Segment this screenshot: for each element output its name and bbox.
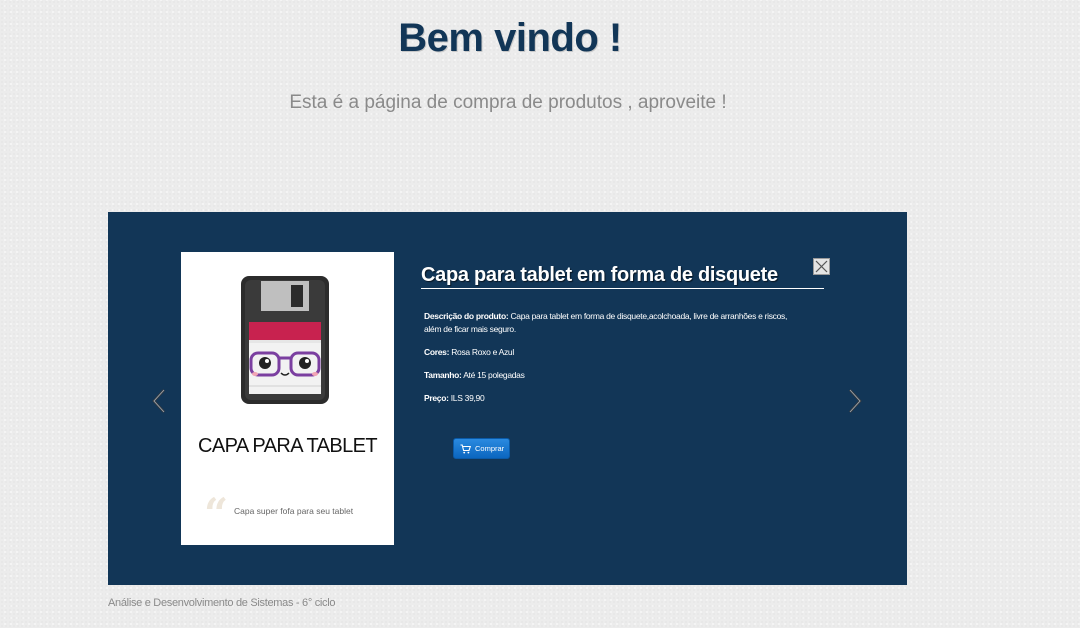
price-label: Preço: [424, 393, 449, 403]
chevron-right-icon [849, 389, 862, 413]
product-title: Capa para tablet em forma de disquete [421, 264, 824, 289]
quote-icon: “ [204, 489, 229, 538]
product-banner: CAPA PARA TABLET “ Capa super fofa para … [108, 212, 907, 585]
colors-label: Cores: [424, 347, 450, 357]
carousel-prev-button[interactable] [148, 387, 172, 417]
card-quote: Capa super fofa para seu tablet [234, 506, 354, 516]
price-value: ILS 39,90 [450, 393, 485, 403]
description-label: Descrição do produto: [424, 311, 509, 321]
buy-button[interactable]: Comprar [453, 438, 510, 459]
card-title: CAPA PARA TABLET [198, 435, 378, 457]
buy-button-label: Comprar [475, 444, 505, 453]
cart-icon [460, 443, 471, 453]
page-title: Bem vindo ! [398, 16, 622, 60]
chevron-left-icon [152, 389, 165, 413]
footer-text: Análise e Desenvolvimento de Sistemas - … [108, 597, 336, 609]
size-label: Tamanho: [424, 370, 462, 380]
close-button[interactable] [813, 258, 830, 275]
product-card: CAPA PARA TABLET “ Capa super fofa para … [181, 252, 394, 545]
size-value: Até 15 polegadas [463, 370, 525, 380]
page-subtitle: Esta é a página de compra de produtos , … [289, 92, 727, 113]
description-text-cont: além de ficar mais seguro. [424, 324, 516, 334]
carousel-next-button[interactable] [842, 387, 866, 417]
colors-value: Rosa Roxo e Azul [451, 347, 514, 357]
floppy-disk-tablet-case-image [239, 274, 335, 408]
close-icon [815, 260, 828, 273]
description-text: Capa para tablet em forma de disquete,ac… [510, 311, 788, 321]
